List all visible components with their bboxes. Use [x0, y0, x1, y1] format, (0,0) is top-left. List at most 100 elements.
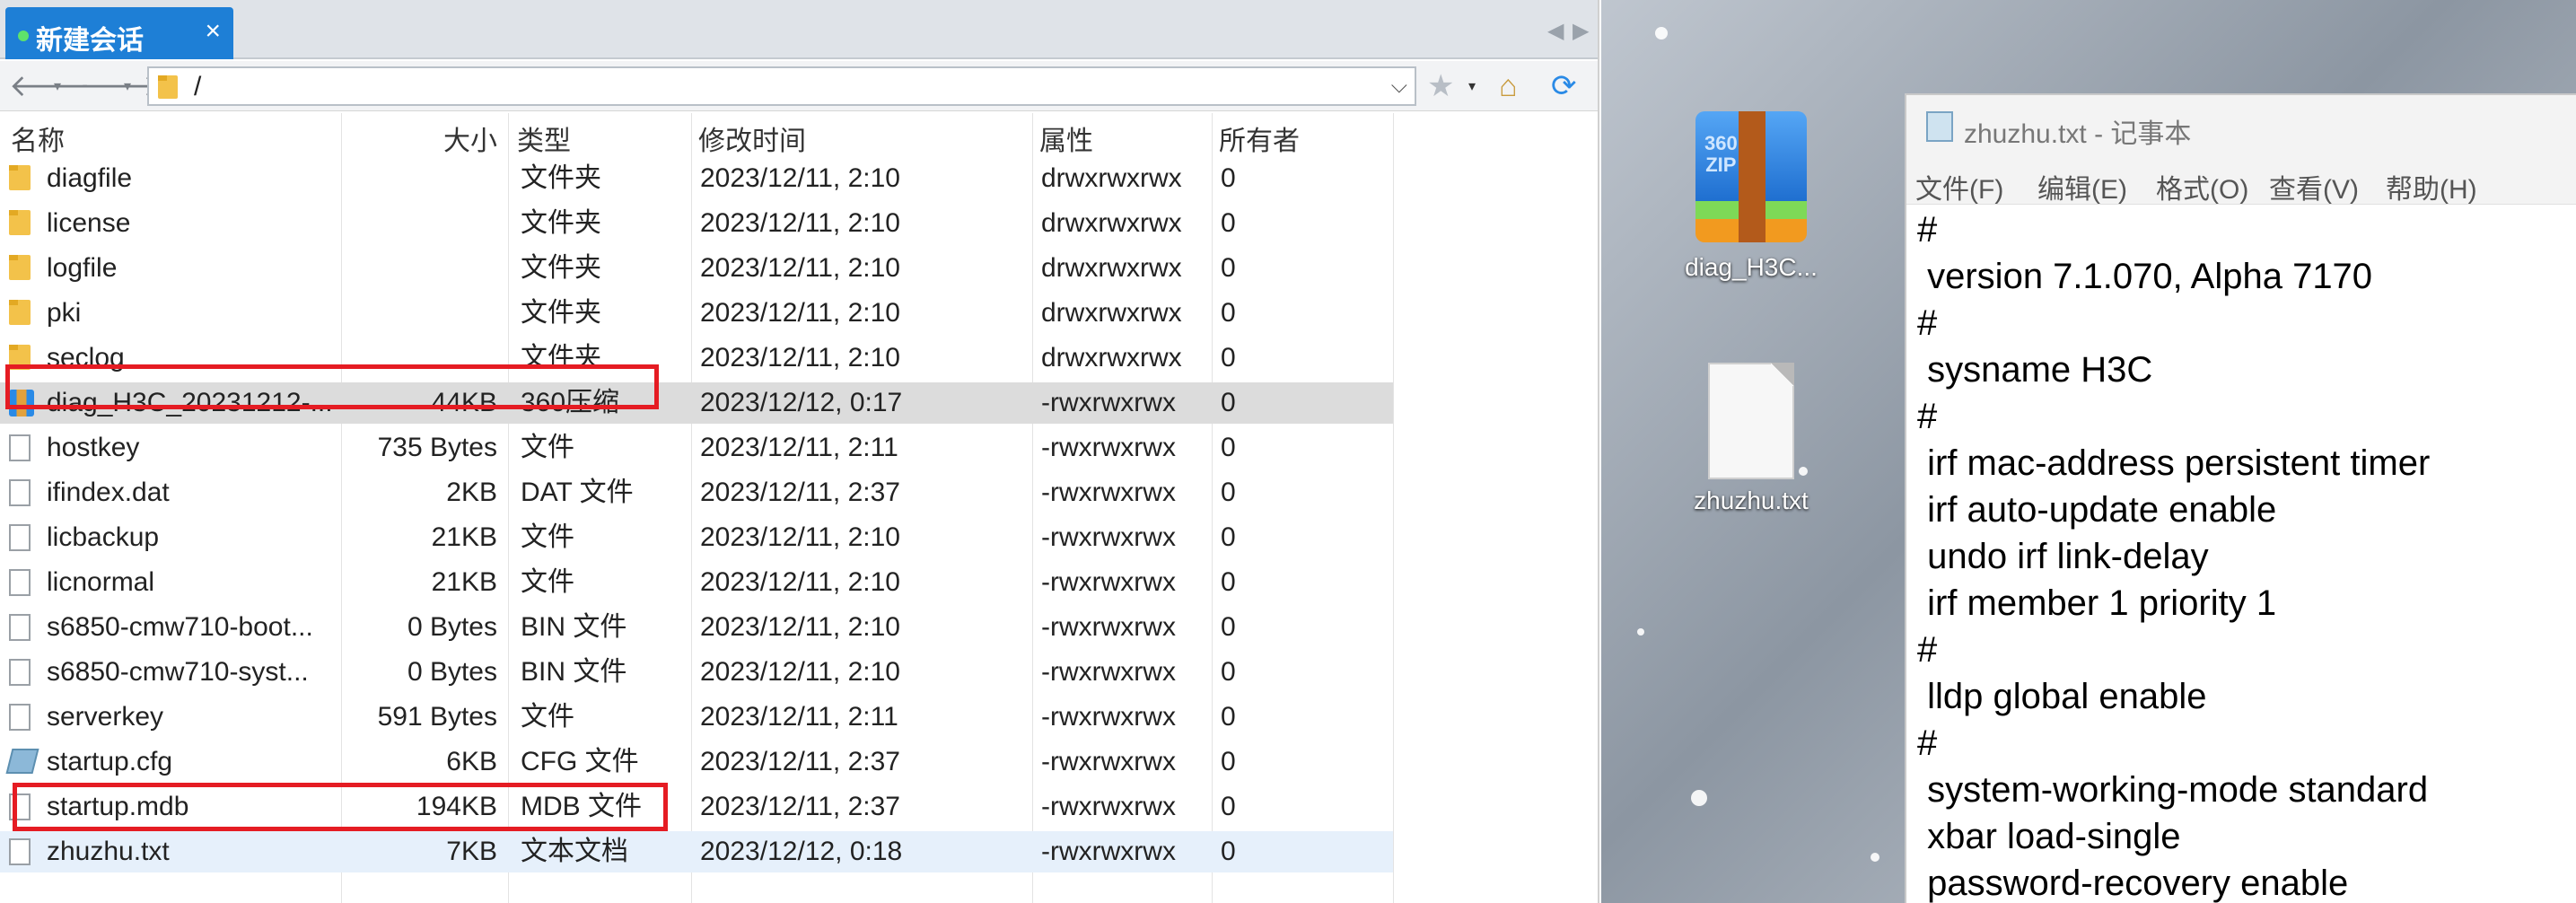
file-modified-time: 2023/12/12, 0:18 [700, 837, 903, 866]
folder-icon [9, 255, 36, 282]
notepad-line: irf mac-address persistent timer [1917, 443, 2431, 483]
file-owner: 0 [1221, 567, 1236, 597]
close-tab-icon[interactable]: × [205, 16, 221, 47]
tab-scroll-right-icon[interactable]: ▶ [1573, 18, 1589, 44]
file-row[interactable]: s6850-cmw710-syst... 0 Bytes BIN 文件 2023/12… [0, 652, 1393, 693]
file-name: ifindex.dat [47, 478, 170, 507]
file-row[interactable]: licbackup 21KB 文件 2023/12/11, 2:10 -rwxrwxrw… [0, 517, 1393, 558]
home-icon[interactable]: ⌂ [1499, 66, 1518, 106]
file-row[interactable]: diagfile 文件夹 2023/12/11, 2:10 drwxrwxrwx 0 [0, 158, 1393, 199]
column-header-size[interactable]: 大小 [443, 118, 497, 156]
file-attributes: drwxrwxrwx [1041, 208, 1182, 238]
file-icon [9, 569, 36, 596]
cfg-icon [5, 749, 39, 776]
file-row[interactable]: pki 文件夹 2023/12/11, 2:10 drwxrwxrwx 0 [0, 293, 1393, 334]
file-owner: 0 [1221, 837, 1236, 866]
tab-scroll-left-icon[interactable]: ◀ [1547, 18, 1564, 44]
notepad-window: zhuzhu.txt - 记事本 文件(F) 编辑(E) 格式(O) 查看(V)… [1905, 93, 2576, 903]
file-row[interactable]: logfile 文件夹 2023/12/11, 2:10 drwxrwxrwx 0 [0, 248, 1393, 289]
desktop-icon-label: diag_H3C... [1685, 253, 1818, 281]
file-modified-time: 2023/12/11, 2:11 [700, 702, 898, 732]
menu-file[interactable]: 文件(F) [1915, 167, 2003, 206]
column-header-attributes[interactable]: 属性 [1039, 118, 1093, 156]
file-name: s6850-cmw710-boot... [47, 612, 313, 642]
snow-decoration [1655, 27, 1668, 39]
file-row[interactable]: zhuzhu.txt 7KB 文本文档 2023/12/12, 0:18 -rwxrwx… [0, 831, 1393, 872]
file-row[interactable]: license 文件夹 2023/12/11, 2:10 drwxrwxrwx 0 [0, 203, 1393, 244]
file-owner: 0 [1221, 522, 1236, 552]
column-divider[interactable] [1393, 113, 1394, 903]
file-attributes: -rwxrwxrwx [1041, 657, 1176, 687]
notepad-app-icon [1926, 111, 1953, 142]
file-name: zhuzhu.txt [47, 837, 170, 866]
file-icon [9, 524, 36, 551]
file-owner: 0 [1221, 702, 1236, 732]
file-type: 文件夹 [521, 298, 601, 328]
path-dropdown-chevron-icon[interactable]: ⌵ [1391, 74, 1407, 99]
file-size: 21KB [431, 567, 497, 597]
menu-view[interactable]: 查看(V) [2269, 167, 2359, 206]
snow-decoration [1871, 853, 1879, 862]
folder-icon [9, 165, 36, 192]
menu-help[interactable]: 帮助(H) [2386, 167, 2477, 206]
back-history-chevron-icon[interactable]: ▾ [54, 77, 61, 95]
file-type: 文件夹 [521, 253, 601, 283]
column-header-type[interactable]: 类型 [517, 118, 571, 156]
text-document-icon [1708, 363, 1794, 479]
desktop-icon-zhuzhu-txt[interactable]: zhuzhu.txt [1675, 363, 1827, 515]
column-header-mtime[interactable]: 修改时间 [698, 118, 806, 156]
file-row[interactable]: serverkey 591 Bytes 文件 2023/12/11, 2:11 -rwx… [0, 697, 1393, 738]
session-tab[interactable]: 新建会话 × [5, 7, 233, 59]
notepad-title-bar[interactable]: zhuzhu.txt - 记事本 [1906, 95, 2576, 158]
file-owner: 0 [1221, 163, 1236, 193]
file-attributes: -rwxrwxrwx [1041, 522, 1176, 552]
file-attributes: -rwxrwxrwx [1041, 567, 1176, 597]
file-row[interactable]: s6850-cmw710-boot... 0 Bytes BIN 文件 2023/12… [0, 607, 1393, 648]
snow-decoration [1637, 628, 1644, 636]
file-type: DAT 文件 [521, 478, 634, 507]
folder-icon [9, 300, 36, 327]
file-modified-time: 2023/12/11, 2:10 [700, 343, 900, 373]
notepad-line: system-working-mode standard [1917, 770, 2429, 810]
bookmark-chevron-icon[interactable]: ▾ [1468, 77, 1476, 95]
file-attributes: -rwxrwxrwx [1041, 388, 1176, 417]
file-size: 591 Bytes [377, 702, 497, 732]
forward-history-chevron-icon[interactable]: ▾ [124, 77, 131, 95]
file-row[interactable]: startup.cfg 6KB CFG 文件 2023/12/11, 2:37 -rwx… [0, 741, 1393, 783]
file-attributes: -rwxrwxrwx [1041, 433, 1176, 462]
file-attributes: -rwxrwxrwx [1041, 792, 1176, 821]
file-type: 文件 [521, 702, 574, 732]
file-owner: 0 [1221, 792, 1236, 821]
menu-format[interactable]: 格式(O) [2156, 167, 2248, 206]
path-input[interactable]: / ⌵ [147, 66, 1416, 106]
file-attributes: -rwxrwxrwx [1041, 747, 1176, 776]
file-name: startup.cfg [47, 747, 173, 776]
file-modified-time: 2023/12/11, 2:10 [700, 657, 900, 687]
file-owner: 0 [1221, 298, 1236, 328]
menu-edit[interactable]: 编辑(E) [2037, 167, 2127, 206]
refresh-icon[interactable]: ⟳ [1551, 66, 1577, 106]
file-type: 文件 [521, 433, 574, 462]
file-icon [9, 838, 36, 865]
file-attributes: -rwxrwxrwx [1041, 702, 1176, 732]
desktop-icon-diag-zip[interactable]: 360 ZIP diag_H3C... [1675, 111, 1827, 282]
file-size: 7KB [446, 837, 497, 866]
file-row[interactable]: hostkey 735 Bytes 文件 2023/12/11, 2:11 -rwxrw… [0, 427, 1393, 469]
file-name: hostkey [47, 433, 140, 462]
bookmark-star-icon[interactable]: ★ [1427, 66, 1454, 106]
file-owner: 0 [1221, 657, 1236, 687]
notepad-line: # [1917, 303, 1938, 343]
file-row[interactable]: licnormal 21KB 文件 2023/12/11, 2:10 -rwxrwxrw… [0, 562, 1393, 603]
column-header-owner[interactable]: 所有者 [1219, 118, 1300, 156]
column-header-name[interactable]: 名称 [11, 118, 65, 156]
file-modified-time: 2023/12/11, 2:10 [700, 567, 900, 597]
file-size: 6KB [446, 747, 497, 776]
zip-badge-text: 360 ZIP [1704, 132, 1738, 176]
file-owner: 0 [1221, 478, 1236, 507]
file-row[interactable]: ifindex.dat 2KB DAT 文件 2023/12/11, 2:37 -rwx… [0, 472, 1393, 513]
file-attributes: drwxrwxrwx [1041, 253, 1182, 283]
notepad-line: password-recovery enable [1917, 864, 2349, 903]
file-icon [9, 659, 36, 686]
file-icon [9, 479, 36, 506]
notepad-text-area[interactable]: # version 7.1.070, Alpha 7170 # sysname H… [1917, 206, 2576, 903]
